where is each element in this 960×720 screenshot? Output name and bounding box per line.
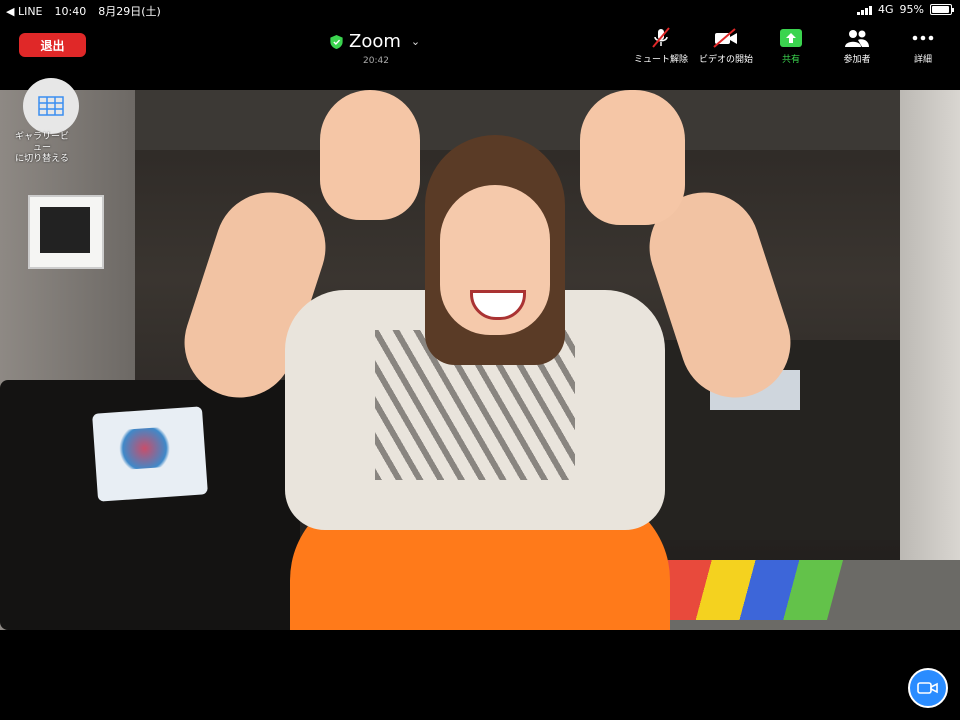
start-video-label: ビデオの開始 <box>698 55 753 65</box>
status-bar: ◀ LINE 10:40 8月29日(土) 4G 95% <box>0 0 960 20</box>
background-wall-right <box>900 90 960 630</box>
battery-percent: 95% <box>899 3 924 16</box>
leave-button[interactable]: 退出 <box>19 33 86 57</box>
battery-icon <box>930 4 954 15</box>
unmute-label: ミュート解除 <box>633 55 688 65</box>
person-left-hand <box>320 90 420 220</box>
start-video-button[interactable]: ビデオの開始 <box>691 26 761 66</box>
camera-icon <box>917 682 938 694</box>
share-button[interactable]: 共有 <box>756 26 826 66</box>
share-up-arrow-icon <box>780 29 802 47</box>
back-to-app-link[interactable]: ◀ LINE <box>6 5 43 18</box>
camera-fab-button[interactable] <box>908 668 948 708</box>
meeting-title-area[interactable]: Zoom ⌄ 20:42 <box>330 31 630 71</box>
active-speaker-video[interactable] <box>0 90 960 630</box>
gallery-label-line2: ュー <box>32 143 51 153</box>
signal-icon <box>857 5 873 15</box>
meeting-timer: 20:42 <box>363 56 389 66</box>
unmute-button[interactable]: ミュート解除 <box>626 26 696 66</box>
switch-to-gallery-button[interactable] <box>23 78 79 134</box>
wall-display <box>28 195 104 269</box>
participants-icon <box>845 30 869 47</box>
gallery-label-line1: ギャラリービ <box>14 132 69 142</box>
status-right: 4G 95% <box>857 3 954 16</box>
share-label: 共有 <box>781 55 800 65</box>
gallery-grid-icon <box>38 96 64 116</box>
meeting-toolbar: 退出 Zoom ⌄ 20:42 ミュート解除 ビデオの開始 共有 参加者 詳細 <box>0 20 960 70</box>
more-dots-icon <box>912 35 934 41</box>
participant-person <box>170 90 805 630</box>
participants-button[interactable]: 参加者 <box>822 26 892 66</box>
status-date: 8月29日(土) <box>98 5 161 18</box>
mic-muted-icon <box>652 27 670 48</box>
network-type: 4G <box>878 3 894 16</box>
status-left: ◀ LINE 10:40 8月29日(土) <box>6 3 161 19</box>
shield-icon <box>330 34 343 49</box>
status-time: 10:40 <box>54 4 87 18</box>
more-button[interactable]: 詳細 <box>888 26 958 66</box>
meeting-title: Zoom <box>349 31 401 52</box>
gallery-toggle-label: ギャラリービ ュー に切り替える <box>6 132 78 165</box>
participants-label: 参加者 <box>843 55 871 65</box>
more-label: 詳細 <box>913 55 932 65</box>
chevron-down-icon[interactable]: ⌄ <box>411 35 420 48</box>
gallery-label-line3: に切り替える <box>15 154 69 164</box>
video-muted-icon <box>713 28 737 48</box>
person-right-hand <box>580 90 685 225</box>
